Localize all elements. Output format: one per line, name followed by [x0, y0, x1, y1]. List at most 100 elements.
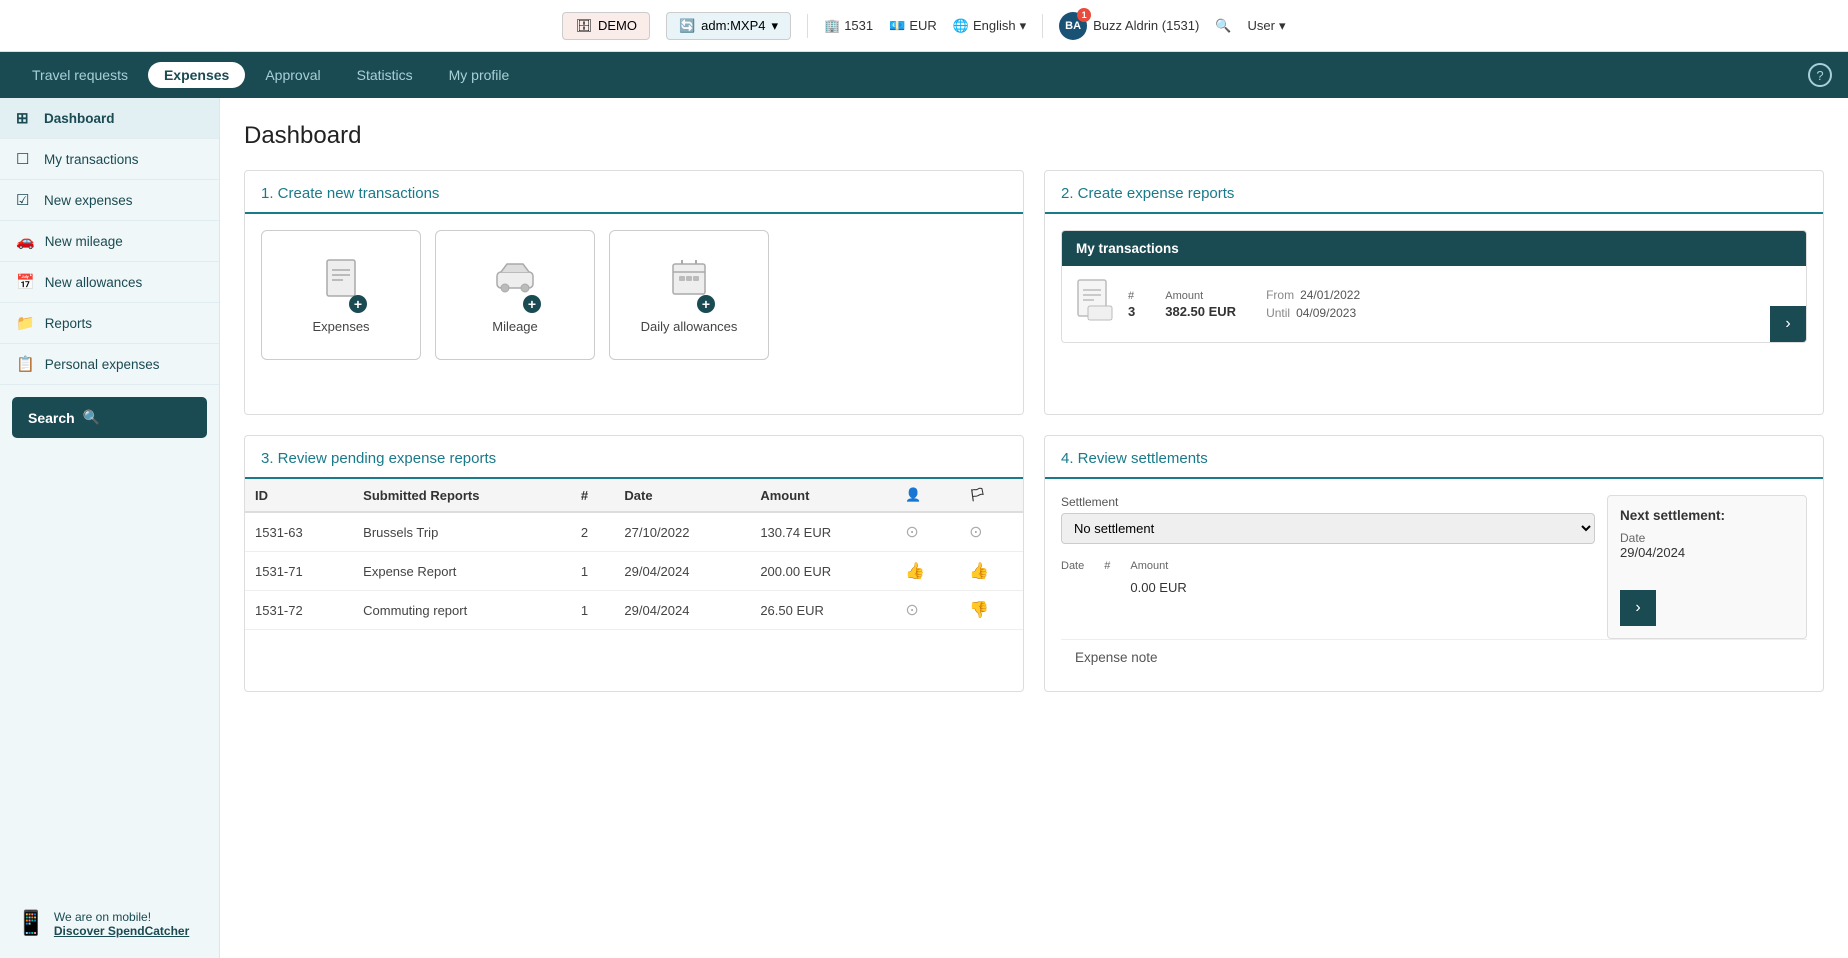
- daily-allowances-card-label: Daily allowances: [641, 319, 738, 334]
- my-tx-amount-field: Amount 382.50 EUR: [1165, 290, 1236, 319]
- sidebar-item-label-new-allowances: New allowances: [45, 275, 143, 290]
- entity-item: 🏢 1531: [824, 18, 873, 34]
- my-tx-arrow-button[interactable]: ›: [1770, 306, 1806, 342]
- col-id: ID: [245, 479, 353, 512]
- currency-icon: 💶: [889, 18, 905, 34]
- dashboard-icon: ⊞: [16, 109, 34, 127]
- section-expense-reports: 2. Create expense reports My transaction…: [1044, 170, 1824, 415]
- table-row[interactable]: 1531-72 Commuting report 1 29/04/2024 26…: [245, 591, 1023, 630]
- discover-link[interactable]: Discover SpendCatcher: [54, 924, 189, 938]
- my-tx-count-field: # 3: [1128, 290, 1135, 319]
- nav-item-expenses[interactable]: Expenses: [148, 62, 245, 88]
- language-label: English: [973, 18, 1016, 33]
- expenses-card-label: Expenses: [312, 319, 369, 334]
- database-icon: 🗄: [575, 18, 592, 34]
- table-row[interactable]: 1531-71 Expense Report 1 29/04/2024 200.…: [245, 552, 1023, 591]
- row3-date: 29/04/2024: [614, 591, 750, 630]
- building-icon: 🏢: [824, 18, 840, 34]
- col-status1: 👤: [895, 479, 959, 512]
- help-button[interactable]: ?: [1808, 63, 1832, 87]
- search-icon: 🔍: [83, 409, 100, 426]
- topbar: 🗄 DEMO 🔄 adm:MXP4 ▾ 🏢 1531 💶 EUR 🌐 Engli…: [0, 0, 1848, 52]
- new-allowances-icon: 📅: [16, 273, 35, 291]
- section2-body: My transactions: [1045, 214, 1823, 414]
- divider2: [1042, 14, 1043, 38]
- amount-label: Amount: [1165, 290, 1236, 302]
- section3-body: ID Submitted Reports # Date Amount 👤 🏳: [245, 479, 1023, 679]
- my-tx-row[interactable]: # 3 Amount 382.50 EUR From: [1062, 266, 1806, 342]
- user-role[interactable]: User ▾: [1248, 18, 1286, 34]
- chevron-down-icon: ▾: [1020, 18, 1027, 34]
- status-icon-thumbsup2: 👍: [969, 563, 989, 580]
- user-area[interactable]: BA 1 Buzz Aldrin (1531): [1059, 12, 1199, 40]
- person-icon: 👤: [905, 487, 921, 502]
- section3-header: 3. Review pending expense reports: [245, 436, 1023, 479]
- demo-button[interactable]: 🗄 DEMO: [562, 12, 650, 40]
- section-pending-reports: 3. Review pending expense reports ID Sub…: [244, 435, 1024, 692]
- row1-date: 27/10/2022: [614, 512, 750, 552]
- my-tx-document-icon: [1076, 278, 1114, 330]
- next-date-value: 29/04/2024: [1620, 545, 1794, 560]
- row1-status1: ⊙: [895, 512, 959, 552]
- sidebar-item-label-dashboard: Dashboard: [44, 111, 115, 126]
- sidebar-item-new-mileage[interactable]: 🚗 New mileage: [0, 221, 219, 262]
- row1-status2: ⊙: [959, 512, 1023, 552]
- sidebar-item-reports[interactable]: 📁 Reports: [0, 303, 219, 344]
- nav-item-travel-requests[interactable]: Travel requests: [16, 59, 144, 91]
- sidebar-item-new-allowances[interactable]: 📅 New allowances: [0, 262, 219, 303]
- notification-badge: 1: [1077, 8, 1091, 22]
- pending-reports-header-row: ID Submitted Reports # Date Amount 👤 🏳: [245, 479, 1023, 512]
- table-row[interactable]: 1531-63 Brussels Trip 2 27/10/2022 130.7…: [245, 512, 1023, 552]
- sidebar-footer: 📱 We are on mobile! Discover SpendCatche…: [0, 893, 219, 958]
- sidebar-item-label-reports: Reports: [45, 316, 92, 331]
- expense-note-label: Expense note: [1075, 650, 1158, 665]
- count-label: #: [1128, 290, 1135, 302]
- settlement-amount-label: Amount: [1130, 560, 1186, 572]
- search-button[interactable]: Search 🔍: [12, 397, 207, 438]
- row2-id: 1531-71: [245, 552, 353, 591]
- row2-date: 29/04/2024: [614, 552, 750, 591]
- row3-id: 1531-72: [245, 591, 353, 630]
- row3-count: 1: [571, 591, 615, 630]
- row1-amount: 130.74 EUR: [750, 512, 895, 552]
- pending-reports-thead: ID Submitted Reports # Date Amount 👤 🏳: [245, 479, 1023, 512]
- nav-item-my-profile[interactable]: My profile: [433, 59, 526, 91]
- section2-header: 2. Create expense reports: [1045, 171, 1823, 214]
- col-date: Date: [614, 479, 750, 512]
- mobile-icon: 📱: [16, 909, 46, 938]
- nav-item-approval[interactable]: Approval: [249, 59, 336, 91]
- row1-id: 1531-63: [245, 512, 353, 552]
- search-icon-top[interactable]: 🔍: [1215, 18, 1231, 34]
- language-item[interactable]: 🌐 English ▾: [953, 18, 1026, 34]
- personal-expenses-icon: 📋: [16, 355, 35, 373]
- tx-card-mileage[interactable]: + Mileage: [435, 230, 595, 360]
- settlement-label: Settlement: [1061, 495, 1595, 509]
- settlement-select[interactable]: No settlement: [1061, 513, 1595, 544]
- settlement-arrow-button[interactable]: ›: [1620, 590, 1656, 626]
- my-tx-data: # 3 Amount 382.50 EUR From: [1128, 288, 1792, 320]
- mobile-title: We are on mobile!: [54, 910, 189, 924]
- until-value: 04/09/2023: [1296, 306, 1356, 320]
- settlement-data: Date # Amount 0.00 EUR: [1061, 560, 1595, 595]
- nav-item-statistics[interactable]: Statistics: [341, 59, 429, 91]
- main-content: Dashboard 1. Create new transactions: [220, 98, 1848, 958]
- new-expenses-icon: ☑: [16, 191, 34, 209]
- settlement-form: Settlement No settlement Date: [1061, 495, 1595, 595]
- sidebar-item-personal-expenses[interactable]: 📋 Personal expenses: [0, 344, 219, 385]
- sidebar-item-new-expenses[interactable]: ☑ New expenses: [0, 180, 219, 221]
- sidebar-item-my-transactions[interactable]: ☐ My transactions: [0, 139, 219, 180]
- tx-card-expenses[interactable]: + Expenses: [261, 230, 421, 360]
- settlement-count-col: #: [1104, 560, 1110, 595]
- row3-name: Commuting report: [353, 591, 571, 630]
- col-amount: Amount: [750, 479, 895, 512]
- mileage-card-label: Mileage: [492, 319, 538, 334]
- divider1: [807, 14, 808, 38]
- row3-status2: 👎: [959, 591, 1023, 630]
- account-button[interactable]: 🔄 adm:MXP4 ▾: [666, 12, 791, 40]
- sidebar-item-dashboard[interactable]: ⊞ Dashboard: [0, 98, 219, 139]
- section1-body: + Expenses: [245, 214, 1023, 414]
- row3-amount: 26.50 EUR: [750, 591, 895, 630]
- tx-card-daily-allowances[interactable]: + Daily allowances: [609, 230, 769, 360]
- count-value: 3: [1128, 304, 1135, 319]
- row3-status1: ⊙: [895, 591, 959, 630]
